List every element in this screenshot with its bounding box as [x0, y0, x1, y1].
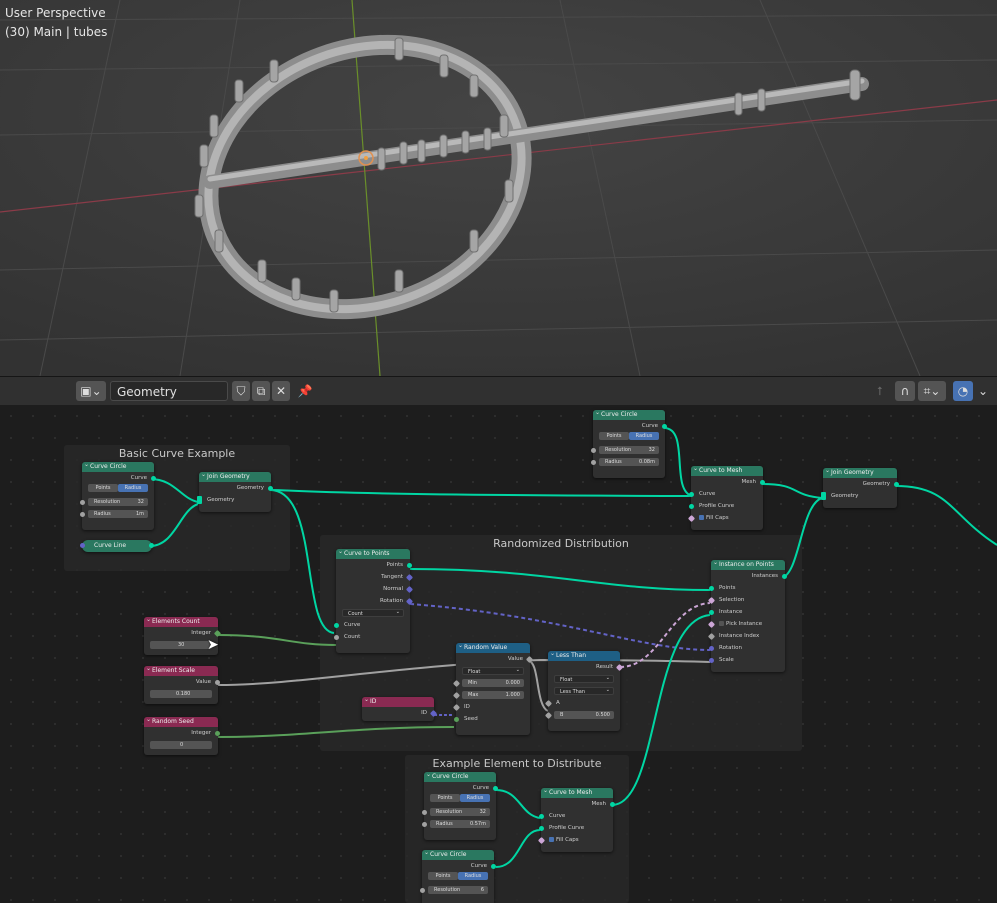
socket[interactable]: [80, 512, 85, 517]
socket[interactable]: [151, 476, 156, 481]
link: [217, 726, 455, 738]
mode-radius-button[interactable]: Radius: [458, 872, 488, 880]
link: [495, 789, 541, 819]
node-curve-to-mesh-example[interactable]: Curve to Mesh Mesh Curve Profile Curve F…: [537, 786, 615, 852]
max-field[interactable]: Max 1.000: [462, 691, 524, 699]
node-curve-to-points[interactable]: Curve to Points Points Tangent Normal Ro…: [334, 547, 414, 653]
node-element-scale[interactable]: Element Scale Value 0.180: [144, 664, 220, 704]
seed-field[interactable]: 0: [150, 741, 212, 749]
socket[interactable]: [80, 500, 85, 505]
integer-field[interactable]: 30: [150, 641, 212, 649]
link: [761, 483, 823, 499]
node-curve-circle[interactable]: Curve Circle Curve Points Radius Resolut…: [80, 460, 156, 530]
close-icon[interactable]: ✕: [272, 381, 290, 401]
node-header[interactable]: Instance on Points: [711, 558, 785, 570]
resolution-field[interactable]: Resolution 32: [599, 446, 659, 454]
link: [217, 634, 337, 646]
duplicate-icon[interactable]: ⧉: [252, 381, 270, 401]
viewport-title: User Perspective: [5, 6, 106, 20]
pin-icon[interactable]: 📌: [296, 381, 314, 401]
node-header[interactable]: Curve to Mesh: [541, 786, 613, 798]
node-less-than[interactable]: Less Than Result Float Less Than A B0.50…: [544, 649, 624, 731]
node-header[interactable]: Curve Circle: [82, 460, 154, 472]
node-header[interactable]: Less Than: [548, 649, 620, 661]
node-curve-circle-example-2[interactable]: Curve Circle Curve Points Radius Resolut…: [420, 848, 496, 903]
node-id[interactable]: ID ID: [362, 695, 438, 721]
link: [663, 427, 693, 497]
mode-points-button[interactable]: Points: [88, 484, 118, 492]
output-curve-label: Curve: [82, 472, 156, 484]
node-editor[interactable]: Basic Curve Example Randomized Distribut…: [0, 405, 997, 903]
node-curve-circle-top[interactable]: Curve Circle Curve Points Radius Resolut…: [591, 408, 667, 478]
node-header[interactable]: Curve Circle: [424, 770, 496, 782]
link: [149, 503, 199, 547]
node-header[interactable]: Curve Circle: [593, 408, 665, 420]
node-header[interactable]: Element Scale: [144, 664, 218, 676]
node-join-geometry-final[interactable]: Join Geometry Geometry Geometry: [821, 466, 899, 508]
node-curve-circle-example[interactable]: Curve Circle Curve Points Radius Resolut…: [422, 770, 498, 840]
operation-dropdown[interactable]: Less Than: [554, 686, 614, 695]
node-curve-to-mesh-top[interactable]: Curve to Mesh Mesh Curve Profile Curve F…: [687, 464, 765, 530]
parent-arrow-icon[interactable]: ⭡: [870, 381, 890, 401]
mode-radius-button[interactable]: Radius: [460, 794, 490, 802]
node-header[interactable]: Random Seed: [144, 715, 218, 727]
mode-radius-button[interactable]: Radius: [118, 484, 148, 492]
value-field[interactable]: 0.180: [150, 690, 212, 698]
node-editor-header: ▣⌄ Geometry Nodes.012 ⛉ ⧉ ✕ 📌 ⭡ ∩ ⌗⌄ ◔ ⌄: [0, 376, 997, 419]
node-instance-on-points[interactable]: Instance on Points Instances Points Sele…: [707, 558, 787, 672]
snap-grid-icon[interactable]: ⌗⌄: [918, 381, 946, 401]
b-field[interactable]: B 0.500: [554, 711, 614, 719]
radius-field[interactable]: Radius 0.57m: [430, 820, 490, 828]
overlay-dropdown-icon[interactable]: ⌄: [975, 381, 991, 401]
min-field[interactable]: Min 0.000: [462, 679, 524, 687]
fill-caps-checkbox[interactable]: Fill Caps: [687, 512, 763, 524]
mode-radius-button[interactable]: Radius: [629, 432, 659, 440]
fill-caps-checkbox[interactable]: Fill Caps: [537, 834, 613, 846]
node-header[interactable]: Join Geometry: [199, 470, 271, 482]
link: [779, 497, 823, 579]
resolution-field[interactable]: Resolution 6: [428, 886, 488, 894]
mode-points-button[interactable]: Points: [599, 432, 629, 440]
radius-field[interactable]: Radius 1m: [88, 510, 148, 518]
node-header[interactable]: Random Value: [456, 641, 530, 653]
link: [409, 603, 711, 651]
pick-instance-checkbox[interactable]: Pick Instance: [707, 618, 785, 630]
node-curve-line[interactable]: Curve Line: [80, 540, 154, 552]
mode-points-button[interactable]: Points: [428, 872, 458, 880]
3d-viewport[interactable]: User Perspective (30) Main | tubes: [0, 0, 997, 376]
node-header[interactable]: Curve to Mesh: [691, 464, 763, 476]
node-random-seed[interactable]: Random Seed Integer 0: [144, 715, 220, 755]
link: [269, 489, 335, 634]
resolution-field[interactable]: Resolution 32: [88, 498, 148, 506]
link: [895, 485, 997, 546]
radius-field[interactable]: Radius 0.08m: [599, 458, 659, 466]
link: [619, 602, 711, 668]
editor-type-button[interactable]: ▣⌄: [76, 381, 106, 401]
mode-points-button[interactable]: Points: [430, 794, 460, 802]
node-editor-icon: ▣⌄: [80, 384, 102, 398]
fake-user-shield-icon[interactable]: ⛉: [232, 381, 250, 401]
overlay-icon[interactable]: ◔: [953, 381, 973, 401]
data-type-dropdown[interactable]: Float: [554, 674, 614, 683]
link: [611, 614, 711, 806]
link: [269, 489, 693, 497]
node-header[interactable]: Elements Count: [144, 615, 218, 627]
node-header[interactable]: Curve to Points: [336, 547, 410, 559]
node-header[interactable]: ID: [362, 695, 434, 707]
link: [149, 478, 199, 503]
link: [409, 568, 711, 591]
snap-magnet-icon[interactable]: ∩: [895, 381, 915, 401]
node-header[interactable]: Curve Circle: [422, 848, 494, 860]
node-random-value[interactable]: Random Value Value Float Min0.000 Max1.0…: [452, 641, 534, 735]
link: [495, 829, 541, 868]
resolution-field[interactable]: Resolution 32: [430, 808, 490, 816]
data-type-dropdown[interactable]: Float: [462, 666, 524, 675]
node-join-geometry[interactable]: Join Geometry Geometry Geometry: [197, 470, 273, 512]
mode-dropdown[interactable]: Count: [342, 608, 404, 617]
node-tree-name-field[interactable]: Geometry Nodes.012: [110, 381, 228, 419]
viewport-scene: [0, 0, 997, 376]
node-header[interactable]: Join Geometry: [823, 466, 897, 478]
mouse-cursor-icon: ➤: [207, 637, 219, 653]
viewport-subtitle: (30) Main | tubes: [5, 25, 108, 39]
